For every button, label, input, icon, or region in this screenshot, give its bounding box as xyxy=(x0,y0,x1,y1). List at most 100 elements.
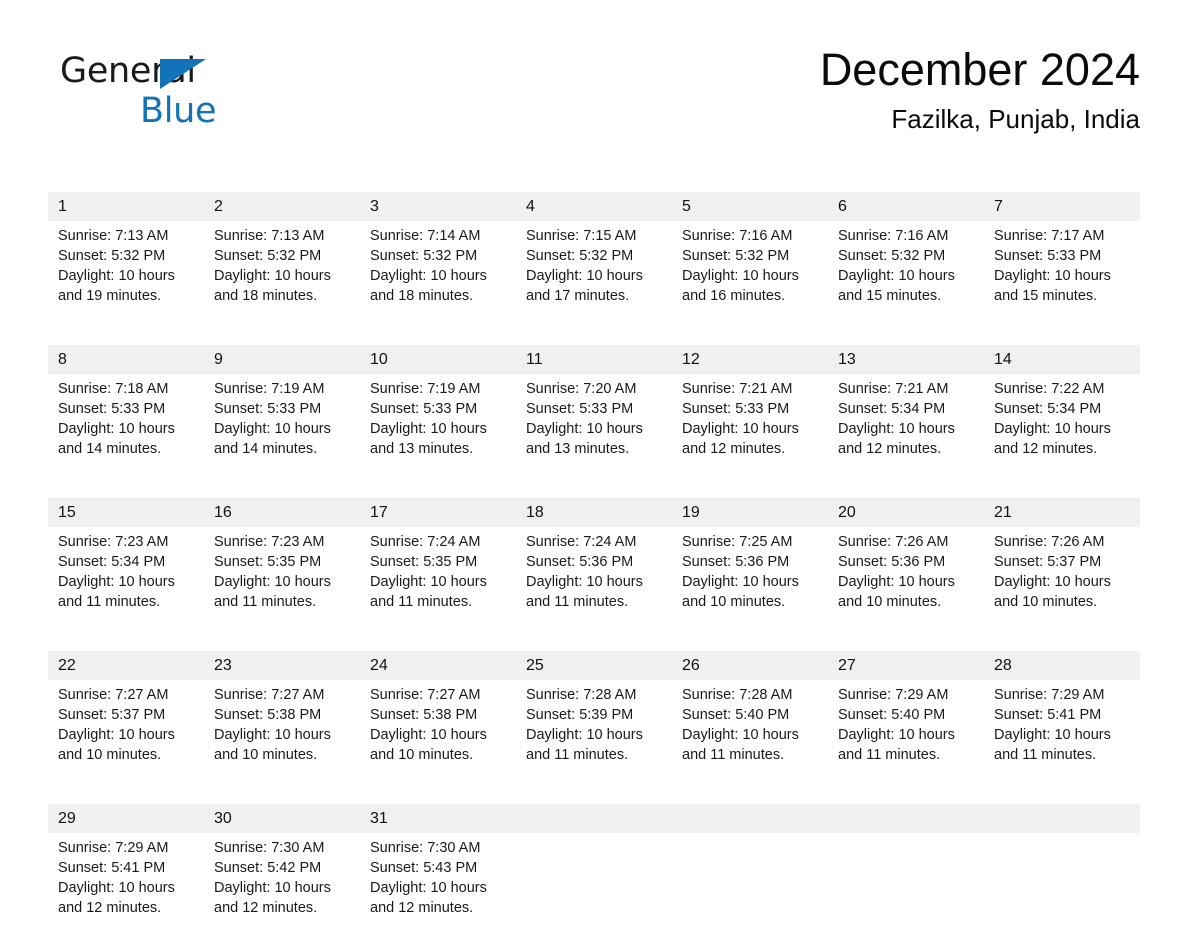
day-number[interactable]: 15 xyxy=(48,498,204,527)
day-sun-info: Sunrise: 7:24 AM Sunset: 5:35 PM Dayligh… xyxy=(370,534,487,610)
day-cell: Sunrise: 7:28 AM Sunset: 5:39 PM Dayligh… xyxy=(516,680,672,791)
day-number[interactable]: 25 xyxy=(516,651,672,680)
day-number[interactable]: 19 xyxy=(672,498,828,527)
day-sun-info: Sunrise: 7:18 AM Sunset: 5:33 PM Dayligh… xyxy=(58,381,175,457)
day-number[interactable]: 9 xyxy=(204,345,360,374)
week-date-row: 8 9 10 11 12 13 14 xyxy=(48,345,1140,374)
day-number[interactable]: 24 xyxy=(360,651,516,680)
triangle-icon xyxy=(160,59,206,89)
day-sun-info: Sunrise: 7:30 AM Sunset: 5:43 PM Dayligh… xyxy=(370,840,487,916)
title-block: December 2024 Fazilka, Punjab, India xyxy=(820,42,1140,136)
day-sun-info: Sunrise: 7:26 AM Sunset: 5:36 PM Dayligh… xyxy=(838,534,955,610)
calendar-head: Sunday Monday Tuesday Wednesday Thursday… xyxy=(48,156,1140,192)
day-cell: Sunrise: 7:27 AM Sunset: 5:38 PM Dayligh… xyxy=(360,680,516,791)
day-number[interactable]: 8 xyxy=(48,345,204,374)
day-cell: Sunrise: 7:16 AM Sunset: 5:32 PM Dayligh… xyxy=(672,221,828,332)
day-number-empty xyxy=(828,804,984,833)
day-sun-info: Sunrise: 7:27 AM Sunset: 5:38 PM Dayligh… xyxy=(370,687,487,763)
weekday-header-tuesday: Tuesday xyxy=(370,165,429,182)
day-number[interactable]: 18 xyxy=(516,498,672,527)
day-number-empty xyxy=(984,804,1140,833)
day-number-empty xyxy=(672,804,828,833)
row-spacer xyxy=(48,485,1140,498)
day-cell: Sunrise: 7:29 AM Sunset: 5:40 PM Dayligh… xyxy=(828,680,984,791)
day-cell: Sunrise: 7:19 AM Sunset: 5:33 PM Dayligh… xyxy=(204,374,360,485)
day-cell-empty xyxy=(828,833,984,944)
week-info-row: Sunrise: 7:27 AM Sunset: 5:37 PM Dayligh… xyxy=(48,680,1140,791)
weekday-header-monday: Monday xyxy=(214,165,270,182)
day-sun-info: Sunrise: 7:17 AM Sunset: 5:33 PM Dayligh… xyxy=(994,228,1111,304)
day-cell: Sunrise: 7:24 AM Sunset: 5:35 PM Dayligh… xyxy=(360,527,516,638)
row-spacer xyxy=(48,332,1140,345)
day-number[interactable]: 17 xyxy=(360,498,516,527)
day-cell: Sunrise: 7:23 AM Sunset: 5:35 PM Dayligh… xyxy=(204,527,360,638)
day-cell: Sunrise: 7:26 AM Sunset: 5:37 PM Dayligh… xyxy=(984,527,1140,638)
day-number[interactable]: 7 xyxy=(984,192,1140,221)
day-cell: Sunrise: 7:30 AM Sunset: 5:43 PM Dayligh… xyxy=(360,833,516,944)
day-sun-info: Sunrise: 7:26 AM Sunset: 5:37 PM Dayligh… xyxy=(994,534,1111,610)
day-sun-info: Sunrise: 7:29 AM Sunset: 5:40 PM Dayligh… xyxy=(838,687,955,763)
day-number[interactable]: 13 xyxy=(828,345,984,374)
day-cell: Sunrise: 7:27 AM Sunset: 5:38 PM Dayligh… xyxy=(204,680,360,791)
day-cell: Sunrise: 7:29 AM Sunset: 5:41 PM Dayligh… xyxy=(984,680,1140,791)
day-number[interactable]: 30 xyxy=(204,804,360,833)
day-cell: Sunrise: 7:21 AM Sunset: 5:34 PM Dayligh… xyxy=(828,374,984,485)
day-sun-info: Sunrise: 7:21 AM Sunset: 5:33 PM Dayligh… xyxy=(682,381,799,457)
day-sun-info: Sunrise: 7:29 AM Sunset: 5:41 PM Dayligh… xyxy=(58,840,175,916)
page-header: General Blue December 2024 Fazilka, Punj… xyxy=(48,42,1140,152)
page-title: December 2024 xyxy=(819,44,1140,95)
day-sun-info: Sunrise: 7:27 AM Sunset: 5:37 PM Dayligh… xyxy=(58,687,175,763)
row-spacer xyxy=(48,638,1140,651)
day-cell: Sunrise: 7:25 AM Sunset: 5:36 PM Dayligh… xyxy=(672,527,828,638)
day-number[interactable]: 16 xyxy=(204,498,360,527)
generalblue-logo[interactable]: General Blue xyxy=(60,52,360,142)
day-number[interactable]: 1 xyxy=(48,192,204,221)
day-number[interactable]: 12 xyxy=(672,345,828,374)
day-number[interactable]: 28 xyxy=(984,651,1140,680)
week-info-row: Sunrise: 7:23 AM Sunset: 5:34 PM Dayligh… xyxy=(48,527,1140,638)
day-sun-info: Sunrise: 7:14 AM Sunset: 5:32 PM Dayligh… xyxy=(370,228,487,304)
day-sun-info: Sunrise: 7:23 AM Sunset: 5:34 PM Dayligh… xyxy=(58,534,175,610)
day-cell: Sunrise: 7:14 AM Sunset: 5:32 PM Dayligh… xyxy=(360,221,516,332)
week-date-row: 15 16 17 18 19 20 21 xyxy=(48,498,1140,527)
day-number[interactable]: 29 xyxy=(48,804,204,833)
day-cell: Sunrise: 7:20 AM Sunset: 5:33 PM Dayligh… xyxy=(516,374,672,485)
day-number[interactable]: 4 xyxy=(516,192,672,221)
day-number[interactable]: 27 xyxy=(828,651,984,680)
day-number[interactable]: 31 xyxy=(360,804,516,833)
day-number[interactable]: 22 xyxy=(48,651,204,680)
day-number[interactable]: 5 xyxy=(672,192,828,221)
day-sun-info: Sunrise: 7:16 AM Sunset: 5:32 PM Dayligh… xyxy=(838,228,955,304)
day-cell: Sunrise: 7:24 AM Sunset: 5:36 PM Dayligh… xyxy=(516,527,672,638)
day-number[interactable]: 23 xyxy=(204,651,360,680)
calendar-page: General Blue December 2024 Fazilka, Punj… xyxy=(0,0,1188,944)
day-sun-info: Sunrise: 7:30 AM Sunset: 5:42 PM Dayligh… xyxy=(214,840,331,916)
day-number[interactable]: 10 xyxy=(360,345,516,374)
week-info-row: Sunrise: 7:29 AM Sunset: 5:41 PM Dayligh… xyxy=(48,833,1140,944)
day-sun-info: Sunrise: 7:27 AM Sunset: 5:38 PM Dayligh… xyxy=(214,687,331,763)
day-cell: Sunrise: 7:30 AM Sunset: 5:42 PM Dayligh… xyxy=(204,833,360,944)
day-number[interactable]: 6 xyxy=(828,192,984,221)
day-number[interactable]: 26 xyxy=(672,651,828,680)
day-sun-info: Sunrise: 7:19 AM Sunset: 5:33 PM Dayligh… xyxy=(214,381,331,457)
weekday-header-wednesday: Wednesday xyxy=(526,165,608,182)
week-info-row: Sunrise: 7:13 AM Sunset: 5:32 PM Dayligh… xyxy=(48,221,1140,332)
weekday-header-thursday: Thursday xyxy=(682,165,747,182)
day-sun-info: Sunrise: 7:15 AM Sunset: 5:32 PM Dayligh… xyxy=(526,228,643,304)
calendar-body: 1 2 3 4 5 6 7 Sunrise: 7:13 AM Sunset: 5… xyxy=(48,192,1140,944)
day-number[interactable]: 21 xyxy=(984,498,1140,527)
day-cell: Sunrise: 7:29 AM Sunset: 5:41 PM Dayligh… xyxy=(48,833,204,944)
day-number[interactable]: 11 xyxy=(516,345,672,374)
day-number[interactable]: 14 xyxy=(984,345,1140,374)
day-number[interactable]: 2 xyxy=(204,192,360,221)
day-cell: Sunrise: 7:26 AM Sunset: 5:36 PM Dayligh… xyxy=(828,527,984,638)
day-sun-info: Sunrise: 7:29 AM Sunset: 5:41 PM Dayligh… xyxy=(994,687,1111,763)
row-spacer xyxy=(48,791,1140,804)
day-sun-info: Sunrise: 7:20 AM Sunset: 5:33 PM Dayligh… xyxy=(526,381,643,457)
day-sun-info: Sunrise: 7:16 AM Sunset: 5:32 PM Dayligh… xyxy=(682,228,799,304)
day-number[interactable]: 20 xyxy=(828,498,984,527)
location-subtitle: Fazilka, Punjab, India xyxy=(891,104,1140,134)
day-cell: Sunrise: 7:13 AM Sunset: 5:32 PM Dayligh… xyxy=(48,221,204,332)
day-number[interactable]: 3 xyxy=(360,192,516,221)
day-sun-info: Sunrise: 7:25 AM Sunset: 5:36 PM Dayligh… xyxy=(682,534,799,610)
